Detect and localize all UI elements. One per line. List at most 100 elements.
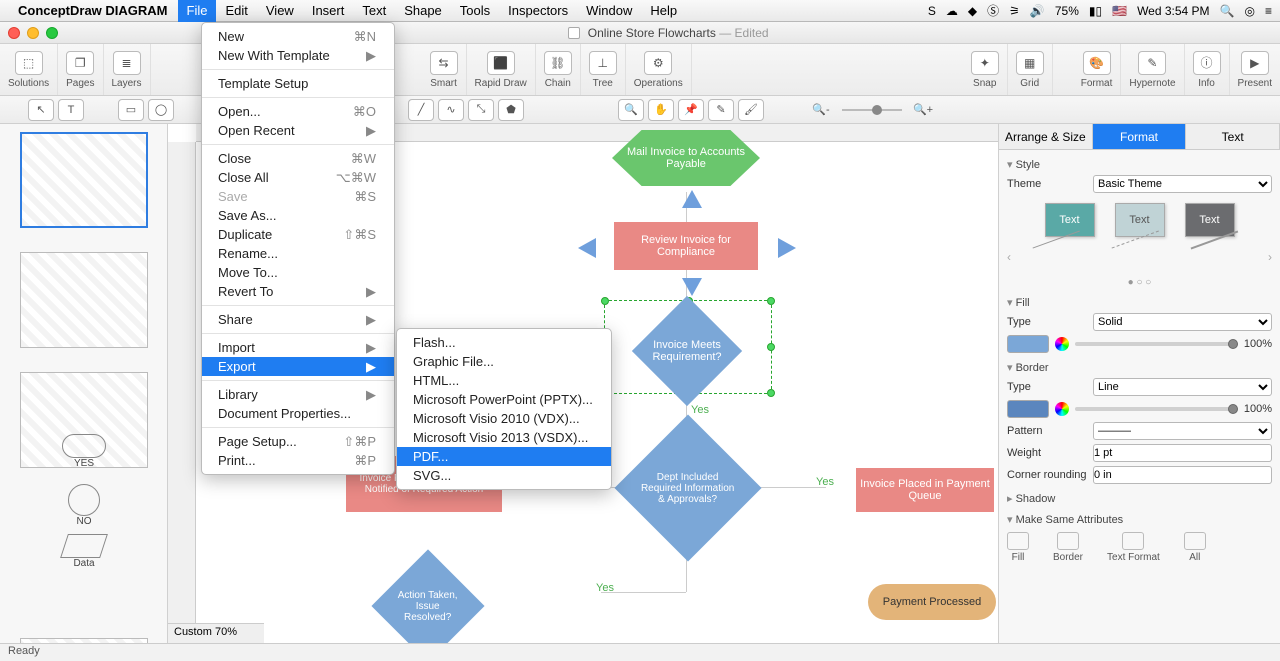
file-menu-item[interactable]: Save⌘S [202, 187, 394, 206]
shape-dept-included[interactable]: Dept Included Required Information & App… [614, 414, 761, 561]
style-swatch[interactable]: Text [1045, 203, 1095, 237]
export-menu-item[interactable]: SVG... [397, 466, 611, 485]
attr-all-button[interactable]: All [1184, 532, 1206, 563]
siri-icon[interactable]: ◎ [1245, 4, 1255, 18]
file-menu-item[interactable]: New⌘N [202, 27, 394, 46]
fill-type-select[interactable]: Solid [1093, 313, 1272, 331]
zoom-window-button[interactable] [46, 27, 58, 39]
page-thumbnail[interactable] [20, 132, 148, 228]
rapid-arrow-left[interactable] [578, 238, 596, 258]
zoom-out-button[interactable]: 🔍- [808, 99, 834, 121]
fill-opacity-slider[interactable] [1075, 342, 1238, 346]
menu-edit[interactable]: Edit [216, 0, 256, 22]
corner-input[interactable] [1093, 466, 1272, 484]
file-menu-item[interactable]: Library▶ [202, 385, 394, 404]
eyedropper-tool[interactable]: ✎ [708, 99, 734, 121]
section-border[interactable]: Border [1007, 361, 1272, 374]
export-menu-item[interactable]: HTML... [397, 371, 611, 390]
export-menu-item[interactable]: PDF... [397, 447, 611, 466]
section-same-attributes[interactable]: Make Same Attributes [1007, 513, 1272, 526]
ribbon-smart[interactable]: ⇆Smart [422, 44, 467, 95]
file-menu-item[interactable]: Duplicate⇧⌘S [202, 225, 394, 244]
export-menu-item[interactable]: Flash... [397, 333, 611, 352]
export-menu-item[interactable]: Microsoft Visio 2010 (VDX)... [397, 409, 611, 428]
file-menu-item[interactable]: Close All⌥⌘W [202, 168, 394, 187]
ribbon-solutions[interactable]: ⬚Solutions [0, 44, 58, 95]
lib-yes-shape[interactable]: YES [54, 434, 114, 478]
rapid-arrow-up[interactable] [682, 190, 702, 208]
theme-select[interactable]: Basic Theme [1093, 175, 1272, 193]
connector-tool[interactable]: ⤡ [468, 99, 494, 121]
file-menu-item[interactable]: Document Properties... [202, 404, 394, 423]
fill-color-well[interactable] [1007, 335, 1049, 353]
curve-tool[interactable]: ∿ [438, 99, 464, 121]
tab-arrange-size[interactable]: Arrange & Size [999, 124, 1093, 149]
file-menu-item[interactable]: Export▶ [202, 357, 394, 376]
ribbon-grid[interactable]: ▦Grid [1008, 44, 1053, 95]
section-shadow[interactable]: Shadow [1007, 492, 1272, 505]
shape-review-invoice[interactable]: Review Invoice for Compliance [614, 222, 758, 270]
flag-icon[interactable]: 🇺🇸 [1112, 4, 1127, 18]
shape-queue[interactable]: Invoice Placed in Payment Queue [856, 468, 994, 512]
menu-insert[interactable]: Insert [303, 0, 354, 22]
menu-help[interactable]: Help [641, 0, 686, 22]
pin-tool[interactable]: 📌 [678, 99, 704, 121]
border-color-well[interactable] [1007, 400, 1049, 418]
diamond-icon[interactable]: ◆ [968, 4, 977, 18]
tab-text[interactable]: Text [1186, 124, 1280, 149]
next-style-button[interactable]: › [1268, 250, 1272, 264]
zoom-tool[interactable]: 🔍 [618, 99, 644, 121]
pattern-select[interactable]: ——— [1093, 422, 1272, 440]
skype-icon[interactable]: Ⓢ [987, 2, 999, 19]
menu-window[interactable]: Window [577, 0, 641, 22]
zoom-combo[interactable]: Custom 70% [168, 623, 264, 643]
ribbon-format[interactable]: 🎨Format [1073, 44, 1122, 95]
shape-mail-invoice[interactable]: Mail Invoice to Accounts Payable [612, 130, 760, 186]
spotlight-icon[interactable]: 🔍 [1220, 4, 1235, 18]
style-swatch[interactable]: Text [1185, 203, 1235, 237]
minimize-window-button[interactable] [27, 27, 39, 39]
file-menu-item[interactable]: Import▶ [202, 338, 394, 357]
menu-extras-icon[interactable]: ≡ [1265, 4, 1272, 18]
clock[interactable]: Wed 3:54 PM [1137, 4, 1209, 18]
close-window-button[interactable] [8, 27, 20, 39]
shape-tool[interactable]: ⬟ [498, 99, 524, 121]
file-menu-item[interactable]: Move To... [202, 263, 394, 282]
rapid-arrow-right[interactable] [778, 238, 796, 258]
pointer-tool[interactable]: ↖ [28, 99, 54, 121]
zoom-slider[interactable] [842, 109, 902, 111]
ellipse-tool[interactable]: ◯ [148, 99, 174, 121]
text-tool[interactable]: T [58, 99, 84, 121]
export-menu-item[interactable]: Microsoft PowerPoint (PPTX)... [397, 390, 611, 409]
file-menu-item[interactable]: Save As... [202, 206, 394, 225]
rapid-arrow-down[interactable] [682, 278, 702, 296]
menu-shape[interactable]: Shape [395, 0, 451, 22]
file-menu-item[interactable]: Revert To▶ [202, 282, 394, 301]
shape-action-taken[interactable]: Action Taken, Issue Resolved? [371, 549, 484, 643]
ribbon-operations[interactable]: ⚙Operations [626, 44, 692, 95]
border-opacity-slider[interactable] [1075, 407, 1238, 411]
ribbon-hypernote[interactable]: ✎Hypernote [1121, 44, 1184, 95]
color-picker-icon[interactable] [1055, 402, 1069, 416]
file-menu-item[interactable]: Rename... [202, 244, 394, 263]
hand-tool[interactable]: ✋ [648, 99, 674, 121]
border-type-select[interactable]: Line [1093, 378, 1272, 396]
attr-border-button[interactable]: Border [1053, 532, 1083, 563]
menu-view[interactable]: View [257, 0, 303, 22]
ribbon-chain[interactable]: ⛓Chain [536, 44, 581, 95]
attr-textformat-button[interactable]: Text Format [1107, 532, 1160, 563]
volume-icon[interactable]: 🔊 [1030, 4, 1045, 18]
menu-text[interactable]: Text [353, 0, 395, 22]
prev-style-button[interactable]: ‹ [1007, 250, 1011, 264]
ribbon-rapid-draw[interactable]: ⬛Rapid Draw [467, 44, 536, 95]
attr-fill-button[interactable]: Fill [1007, 532, 1029, 563]
file-menu-item[interactable]: Close⌘W [202, 149, 394, 168]
brush-tool[interactable]: 🖌 [738, 99, 764, 121]
line-tool[interactable]: ╱ [408, 99, 434, 121]
lib-data-shape[interactable]: Data [54, 534, 114, 578]
shape-processed[interactable]: Payment Processed [868, 584, 996, 620]
menu-inspectors[interactable]: Inspectors [499, 0, 577, 22]
color-picker-icon[interactable] [1055, 337, 1069, 351]
rect-tool[interactable]: ▭ [118, 99, 144, 121]
cloud-icon[interactable]: ☁ [946, 4, 958, 18]
